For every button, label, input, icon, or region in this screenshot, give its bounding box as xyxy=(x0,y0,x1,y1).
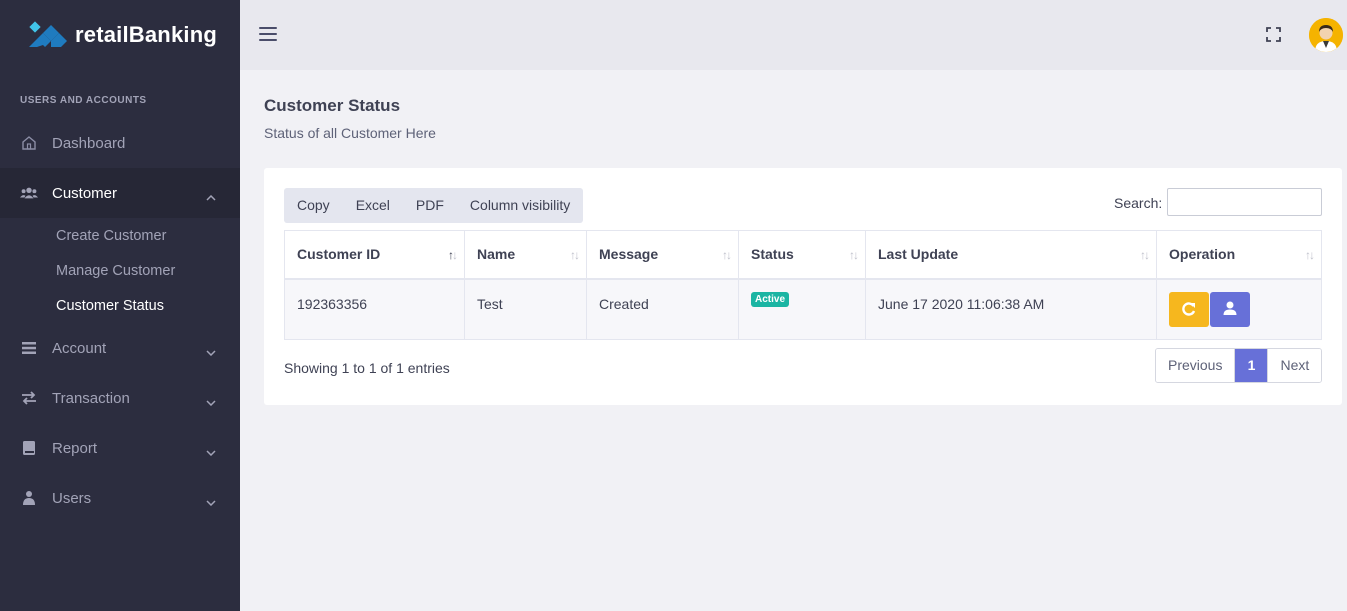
chevron-down-icon xyxy=(206,343,216,360)
user-icon xyxy=(1223,301,1237,315)
cell-status: Active xyxy=(738,278,866,340)
sort-icon: ↑↓ xyxy=(1305,248,1315,262)
user-group-icon xyxy=(20,489,38,507)
page-title: Customer Status xyxy=(264,96,401,115)
brand-name: retailBanking xyxy=(75,22,217,47)
page-subtitle: Status of all Customer Here xyxy=(264,125,436,141)
sort-icon: ↑↓ xyxy=(722,248,732,262)
cell-customer-id: 192363356 xyxy=(284,278,465,340)
refresh-button[interactable] xyxy=(1169,291,1209,327)
column-header-status[interactable]: Status ↑↓ xyxy=(738,230,866,280)
copy-button[interactable]: Copy xyxy=(284,188,343,223)
refresh-icon xyxy=(1182,301,1196,316)
list-icon xyxy=(20,339,38,357)
sidebar-item-label: Report xyxy=(52,439,98,457)
book-icon xyxy=(20,439,38,457)
brand[interactable]: retailBanking xyxy=(0,0,240,70)
export-button-group: Copy Excel PDF Column visibility xyxy=(284,188,584,223)
sort-icon: ↑↓ xyxy=(570,248,580,262)
next-page-button[interactable]: Next xyxy=(1267,349,1322,382)
chevron-down-icon xyxy=(206,393,216,410)
transfer-icon xyxy=(20,389,38,407)
page-1-button[interactable]: 1 xyxy=(1234,349,1268,382)
sort-icon: ↑↓ xyxy=(1140,248,1150,262)
table-info: Showing 1 to 1 of 1 entries xyxy=(284,360,450,376)
sidebar-item-label: Account xyxy=(52,339,107,357)
view-profile-button[interactable] xyxy=(1210,291,1250,327)
user-avatar-icon[interactable] xyxy=(1309,18,1343,52)
table-row: 192363356 Test Created Active June 17 20… xyxy=(284,278,1322,340)
column-header-operation[interactable]: Operation ↑↓ xyxy=(1156,230,1322,280)
column-header-message[interactable]: Message ↑↓ xyxy=(586,230,739,280)
column-visibility-button[interactable]: Column visibility xyxy=(457,188,583,223)
sidebar-section-label: USERS AND ACCOUNTS xyxy=(20,95,147,106)
excel-button[interactable]: Excel xyxy=(343,188,403,223)
pagination: Previous 1 Next xyxy=(1155,348,1323,383)
sidebar-subitem-create-customer[interactable]: Create Customer xyxy=(0,218,240,253)
column-header-name[interactable]: Name ↑↓ xyxy=(464,230,587,280)
sort-icon: ↑↓ xyxy=(448,248,458,262)
sidebar-item-users[interactable]: Users xyxy=(0,473,240,523)
sidebar-subitem-manage-customer[interactable]: Manage Customer xyxy=(0,253,240,288)
users-icon xyxy=(20,184,38,202)
chevron-down-icon xyxy=(206,443,216,460)
sidebar-item-label: Customer xyxy=(52,184,118,202)
sidebar-item-account[interactable]: Account xyxy=(0,323,240,373)
cell-operation xyxy=(1156,278,1322,340)
fullscreen-icon[interactable] xyxy=(1266,27,1281,42)
sidebar-item-label: Transaction xyxy=(52,389,130,407)
chevron-up-icon xyxy=(206,188,216,205)
column-header-customer-id[interactable]: Customer ID ↑↓ xyxy=(284,230,465,280)
sidebar-subitem-customer-status[interactable]: Customer Status xyxy=(0,288,240,323)
home-icon xyxy=(20,134,38,152)
sort-icon: ↑↓ xyxy=(849,248,859,262)
chevron-down-icon xyxy=(206,493,216,510)
search-input[interactable] xyxy=(1167,188,1322,216)
cell-name: Test xyxy=(464,278,587,340)
sidebar-item-label: Users xyxy=(52,489,92,507)
column-header-last-update[interactable]: Last Update ↑↓ xyxy=(865,230,1157,280)
pdf-button[interactable]: PDF xyxy=(403,188,457,223)
customer-status-card: Copy Excel PDF Column visibility Search:… xyxy=(264,168,1342,405)
sidebar-item-label: Dashboard xyxy=(52,134,126,152)
sidebar-item-transaction[interactable]: Transaction xyxy=(0,373,240,423)
cell-message: Created xyxy=(586,278,739,340)
previous-page-button[interactable]: Previous xyxy=(1156,349,1235,382)
sidebar: retailBanking USERS AND ACCOUNTS Dashboa… xyxy=(0,0,240,611)
status-badge: Active xyxy=(751,291,790,307)
sidebar-item-report[interactable]: Report xyxy=(0,423,240,473)
top-header xyxy=(240,0,1347,70)
hamburger-icon[interactable] xyxy=(259,27,277,41)
search-label: Search: xyxy=(1114,195,1163,211)
sidebar-item-dashboard[interactable]: Dashboard xyxy=(0,118,240,168)
table-header-row: Customer ID ↑↓ Name ↑↓ Message ↑↓ Status ↑↓ … xyxy=(284,230,1322,280)
brand-logo-icon xyxy=(27,21,73,49)
customer-status-table: Customer ID ↑↓ Name ↑↓ Message ↑↓ Status ↑↓ … xyxy=(284,230,1322,340)
cell-last-update: June 17 2020 11:06:38 AM xyxy=(865,278,1157,340)
sidebar-item-customer[interactable]: Customer xyxy=(0,168,240,218)
